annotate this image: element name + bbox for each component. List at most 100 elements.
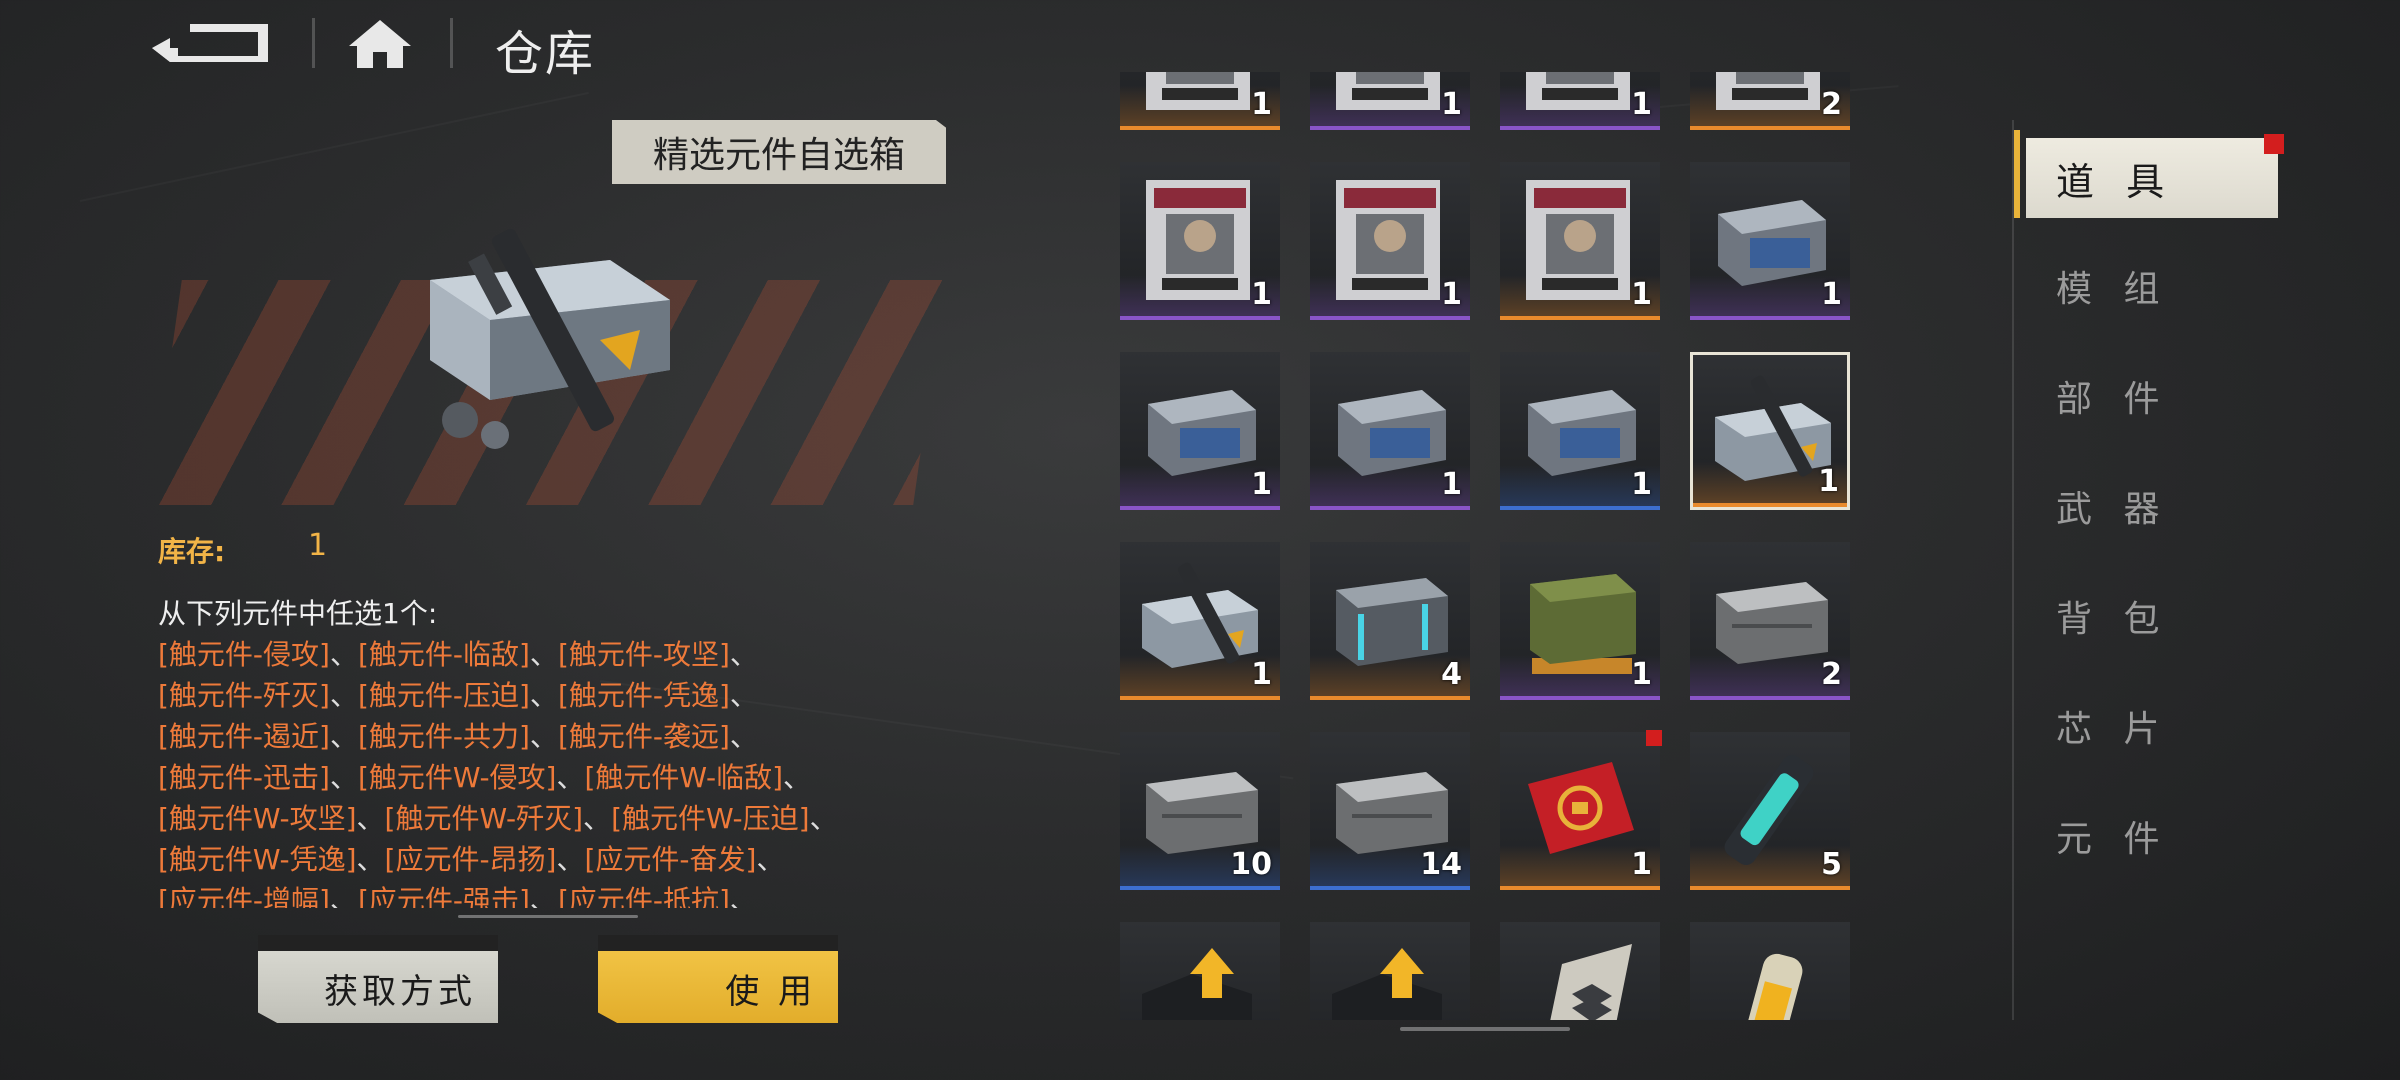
description-scrollbar[interactable] — [458, 915, 638, 918]
component-option: [触元件W-压迫] — [611, 802, 810, 835]
inventory-slot[interactable]: 2 — [1690, 72, 1850, 130]
item-count: 14 — [1420, 847, 1462, 882]
item-count: 1 — [1631, 277, 1652, 312]
inventory-slot[interactable]: 1 — [1500, 72, 1660, 130]
button-strip — [598, 935, 838, 951]
component-option: [触元件-压迫] — [357, 679, 530, 712]
item-count: 2 — [1821, 87, 1842, 122]
rarity-bar — [1120, 506, 1280, 510]
metal-crate-icon — [1528, 390, 1636, 476]
inventory-slot[interactable]: 1 — [1310, 162, 1470, 320]
category-tab[interactable]: 武 器 — [2056, 480, 2169, 532]
inventory-slot[interactable]: 1 — [1500, 352, 1660, 510]
inventory-slot[interactable] — [1500, 922, 1660, 1020]
inventory-slot[interactable]: 1 — [1500, 730, 1662, 890]
energy-canister-icon — [1724, 755, 1814, 865]
component-option: [触元件-歼灭] — [158, 679, 330, 712]
category-tab[interactable]: 模 组 — [2056, 260, 2169, 312]
item-count: 1 — [1631, 847, 1652, 882]
rarity-bar — [1500, 506, 1660, 510]
stock-label: 库存: — [158, 535, 226, 568]
inventory-slot[interactable]: 14 — [1310, 732, 1470, 890]
use-label: 使 用 — [725, 972, 816, 1012]
component-option: [应元件-奋发] — [584, 843, 757, 876]
wanted-poster-icon — [1716, 72, 1820, 110]
category-tab[interactable]: 部 件 — [2056, 370, 2169, 422]
component-option: [触元件-共力] — [357, 720, 530, 753]
inventory-slot[interactable]: 1 — [1500, 162, 1660, 320]
header-divider — [450, 18, 453, 68]
category-tab[interactable]: 背 包 — [2056, 590, 2169, 642]
inventory-slot[interactable]: 1 — [1120, 352, 1280, 510]
category-tabs: 道 具 模 组部 件武 器背 包芯 片元 件 — [2012, 120, 2400, 1020]
separator: 、 — [356, 802, 385, 835]
rarity-bar — [1310, 126, 1470, 130]
upgrade-part-icon — [1332, 948, 1442, 1020]
item-count: 1 — [1818, 464, 1839, 499]
gray-crate-icon — [1716, 582, 1828, 664]
inventory-slot[interactable]: 5 — [1690, 732, 1850, 890]
inventory-slot[interactable]: 1 — [1120, 72, 1280, 130]
home-icon — [349, 20, 411, 68]
inventory-slot[interactable]: 1 — [1690, 162, 1850, 320]
grenade-icon — [1741, 953, 1803, 1020]
item-count: 10 — [1230, 847, 1272, 882]
stock-value: 1 — [308, 528, 328, 563]
rarity-bar — [1310, 316, 1470, 320]
tab-label: 道 具 — [2056, 159, 2175, 204]
new-item-badge — [1646, 730, 1662, 746]
inventory-slot[interactable]: 1 — [1120, 542, 1280, 700]
description-intro: 从下列元件中任选1个: — [158, 597, 438, 630]
item-count: 4 — [1441, 657, 1462, 692]
component-option: [触元件W-歼灭] — [384, 802, 584, 835]
description-line: [触元件W-凭逸]、[应元件-昂扬]、[应元件-奋发]、 — [158, 839, 948, 880]
inventory-slot[interactable] — [1120, 922, 1280, 1020]
tab-active[interactable]: 道 具 — [2026, 138, 2278, 218]
component-option: [触元件-攻坚] — [557, 638, 730, 671]
back-arrow-icon — [152, 24, 268, 62]
inventory-slot[interactable]: 4 — [1310, 542, 1470, 700]
separator: 、 — [729, 884, 758, 908]
separator: 、 — [529, 720, 558, 753]
rarity-bar — [1310, 886, 1470, 890]
rarity-bar — [1500, 886, 1660, 890]
rarity-bar — [1500, 316, 1660, 320]
inventory-slot[interactable]: 1 — [1500, 542, 1660, 700]
component-option: [触元件-临敌] — [357, 638, 530, 671]
rarity-bar — [1120, 696, 1280, 700]
rarity-bar — [1310, 696, 1470, 700]
separator: 、 — [783, 761, 812, 794]
component-option: [触元件W-临敌] — [584, 761, 784, 794]
wanted-poster-icon — [1336, 72, 1440, 110]
obtain-method-button[interactable]: 获取方式 — [258, 935, 498, 1023]
inventory-slot[interactable]: 1 — [1120, 162, 1280, 320]
item-count: 1 — [1251, 467, 1272, 502]
separator: 、 — [529, 884, 558, 908]
component-option: [应元件-昂扬] — [384, 843, 557, 876]
home-button[interactable] — [345, 16, 415, 72]
inventory-grid[interactable]: 1 1 1 2 1 1 1 1 1 1 1 1 1 4 1 2 10 14 1 5 — [1120, 72, 1850, 1020]
red-envelope-icon — [1528, 762, 1634, 854]
component-option: [触元件-遏近] — [158, 720, 330, 753]
category-tab[interactable]: 芯 片 — [2056, 700, 2169, 752]
grid-scrollbar[interactable] — [1400, 1027, 1570, 1031]
back-button[interactable] — [150, 18, 275, 70]
inventory-slot[interactable]: 10 — [1120, 732, 1280, 890]
item-count: 1 — [1251, 277, 1272, 312]
inventory-slot[interactable] — [1690, 922, 1850, 1020]
category-tab[interactable]: 元 件 — [2056, 810, 2169, 862]
inventory-slot[interactable]: 1 — [1310, 352, 1470, 510]
use-button[interactable]: 使 用 — [598, 935, 838, 1023]
wanted-poster-icon — [1526, 72, 1630, 110]
item-count: 1 — [1441, 277, 1462, 312]
inventory-slot[interactable]: 1 — [1310, 72, 1470, 130]
inventory-slot[interactable]: 2 — [1690, 542, 1850, 700]
item-description[interactable]: 从下列元件中任选1个: [触元件-侵攻]、[触元件-临敌]、[触元件-攻坚]、[… — [158, 593, 948, 908]
separator: 、 — [809, 802, 838, 835]
button-strip — [258, 935, 498, 951]
inventory-slot[interactable]: 1 — [1690, 352, 1850, 510]
description-line: [触元件-侵攻]、[触元件-临敌]、[触元件-攻坚]、 — [158, 634, 948, 675]
inventory-slot[interactable] — [1310, 922, 1470, 1020]
upgrade-part-icon — [1142, 948, 1252, 1020]
page-title: 仓库 — [495, 26, 596, 82]
